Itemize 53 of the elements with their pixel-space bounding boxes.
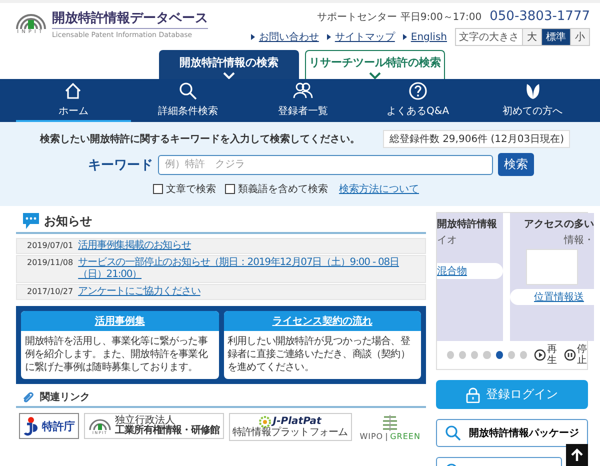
font-size-option[interactable]: 小 [570,29,589,45]
help-link[interactable]: 検索方法について [339,182,419,196]
font-size-option[interactable]: 大 [522,29,541,45]
header-link[interactable]: English [410,32,447,42]
sidebar-link-button[interactable]: 開放特許情報パッケージ [436,419,588,447]
logo-text: J-PlatPat [272,417,322,427]
news-date: 2019/07/01 [27,240,74,252]
feature-text: 開放特許を活用し、事業化等に繋がった事例を紹介します。また、開放特許を事業化に繋げた事例は随時募集しております。 [24,334,209,375]
partner-logo-link[interactable]: 特許庁 [19,413,79,439]
partner-logo-link[interactable]: J-PlatPat 特許情報プラットフォーム [228,413,352,441]
search-tab[interactable]: 開放特許情報の検索 [159,50,299,79]
header-link[interactable]: お問い合わせ [258,30,319,44]
logo-text: 特許庁 [42,418,75,434]
font-size-option[interactable]: 標準 [541,29,570,45]
checkbox-label: 文章で検索 [166,182,216,196]
logo-text: 工業所有権情報・研修館 [115,426,220,436]
nav-item[interactable]: 初めての方へ [475,79,590,122]
logo-caption: 特許情報プラットフォーム [232,428,348,438]
section-title: お知らせ [44,212,92,230]
nav-item[interactable]: 登録者一覧 [246,79,360,122]
news-link[interactable]: サービスの一部停止のお知らせ（期日：2019年12月07日（土）9:00 - 08日（日）21:00） [78,257,425,281]
search-tab[interactable]: リサーチツール特許の検索 [305,50,445,79]
slide-title: アクセスの多い [524,218,594,231]
search-instruction: 検索したい開放特許に関するキーワードを入力して検索してください。 [40,132,360,146]
feature-text: 利用したい開放特許が見つかった場合、登録者に直接ご連絡いただき、商談（契約）を進めてください。 [226,334,411,375]
site-title[interactable]: 開放特許情報データベース [52,9,208,29]
stop-button[interactable]: 停止 [564,344,587,366]
logo-caption: 独立行政法人 [115,416,175,426]
logo-text: GREEN [390,432,420,441]
total-count-badge: 総登録件数 29,906件 (12月03日現在) [383,130,570,148]
keyword-label: キーワード [88,156,153,174]
header-link[interactable]: サイトマップ [334,30,395,44]
news-link[interactable]: 活用事例集掲載のお知らせ [78,240,191,252]
slide-subtitle: イオ [437,234,457,247]
slide-link[interactable]: 混合物 [437,263,503,279]
slide-subtitle: 情報・ [564,234,594,247]
slide-link[interactable]: 位置情報送 [510,289,594,305]
partner-logo-link[interactable]: WIPO GREEN [356,413,424,441]
nav-item[interactable]: よくあるQ&A [360,79,476,122]
section-title: 関連リンク [40,390,90,404]
logo-text: WIPO [360,432,384,441]
checkbox-label: 類義語を含めて検索 [238,182,328,196]
keyword-input[interactable]: 例）特許 クジラ [158,154,493,174]
news-link[interactable]: アンケートにご協力ください [78,286,200,298]
play-button[interactable]: 再生 [534,344,557,366]
news-date: 2019/11/08 [27,257,74,269]
nav-item[interactable]: 詳細条件検索 [130,79,246,122]
search-button[interactable]: 検索 [498,153,534,176]
support-hours: サポートセンター 平日9:00～17:00 [317,10,482,24]
font-size-label: 文字の大きさ [458,30,520,45]
phone-number: 050-3803-1777 [490,9,590,24]
news-date: 2017/10/27 [27,286,74,298]
slide-title: 開放特許情報 [437,218,497,231]
